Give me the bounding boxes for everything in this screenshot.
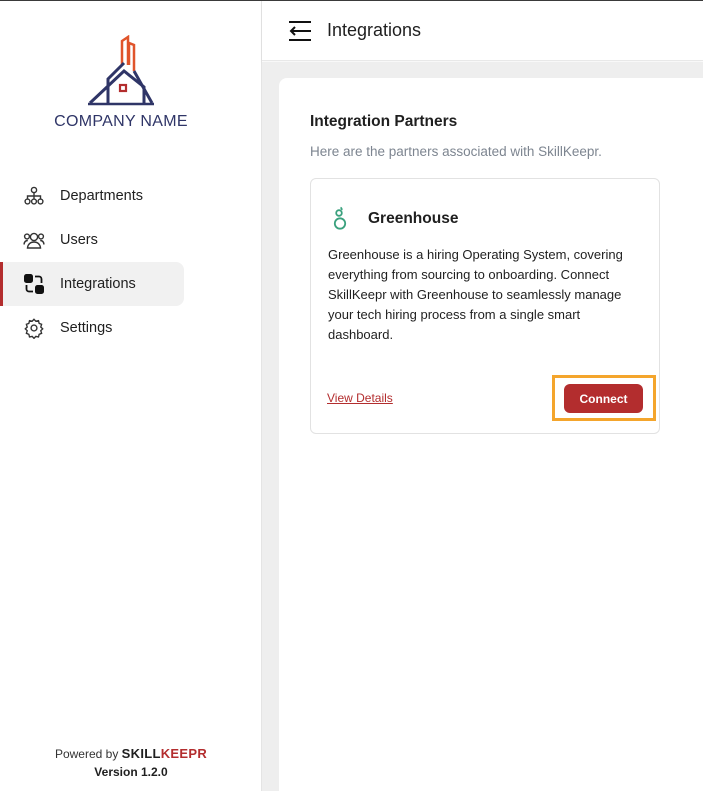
card-title: Greenhouse <box>368 210 459 227</box>
powered-by: Powered by SKILLKEEPR <box>0 746 262 761</box>
section-title: Integration Partners <box>310 113 458 130</box>
integration-card-greenhouse: Greenhouse Greenhouse is a hiring Operat… <box>310 178 660 434</box>
top-header: Integrations <box>262 1 703 61</box>
view-details-link[interactable]: View Details <box>327 391 393 405</box>
integrations-panel: Integration Partners Here are the partne… <box>279 78 703 791</box>
building-logo-icon <box>88 35 154 106</box>
sidebar-item-label: Settings <box>60 320 113 336</box>
card-header: Greenhouse <box>328 204 458 234</box>
connect-button[interactable]: Connect <box>564 384 643 413</box>
sidebar-item-label: Integrations <box>60 276 136 292</box>
sidebar-item-users[interactable]: Users <box>0 218 184 262</box>
company-logo: COMPANY NAME <box>0 35 242 131</box>
brand-part-2: KEEPR <box>160 746 208 761</box>
sidebar: COMPANY NAME Departments Users Integrati… <box>0 1 262 791</box>
sidebar-nav: Departments Users Integrations Settings <box>0 174 262 350</box>
sidebar-item-integrations[interactable]: Integrations <box>0 262 184 306</box>
sidebar-item-departments[interactable]: Departments <box>0 174 184 218</box>
greenhouse-logo-icon <box>328 204 352 234</box>
sidebar-item-settings[interactable]: Settings <box>0 306 184 350</box>
integrations-icon <box>23 273 45 295</box>
sidebar-item-label: Users <box>60 232 98 248</box>
collapse-menu-icon[interactable] <box>287 18 313 44</box>
users-icon <box>23 229 45 251</box>
card-description: Greenhouse is a hiring Operating System,… <box>328 247 623 342</box>
brand-part-1: SKILL <box>121 746 161 761</box>
sidebar-footer: Powered by SKILLKEEPR Version 1.2.0 <box>0 746 262 779</box>
version-label: Version 1.2.0 <box>94 765 168 779</box>
page-title: Integrations <box>327 20 422 40</box>
powered-by-label: Powered by <box>54 747 119 761</box>
org-chart-icon <box>23 185 45 207</box>
brand-logo: SKILLKEEPR <box>122 746 207 761</box>
gear-icon <box>23 317 45 339</box>
sidebar-item-label: Departments <box>60 188 144 204</box>
company-name: COMPANY NAME <box>54 113 188 130</box>
section-subtitle: Here are the partners associated with Sk… <box>310 144 602 159</box>
